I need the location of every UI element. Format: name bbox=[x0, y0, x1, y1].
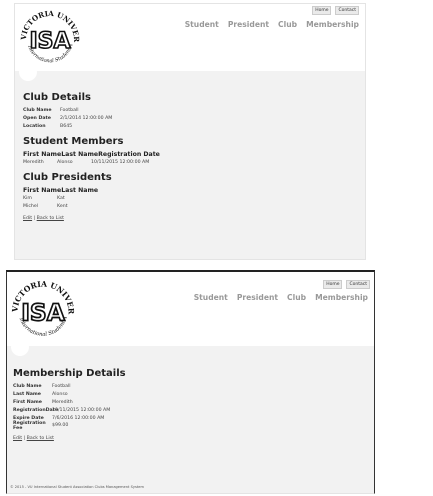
home-link[interactable]: Home bbox=[312, 6, 332, 15]
site-header: VICTORIA UNIVERSITY ISA International St… bbox=[7, 272, 374, 346]
presidents-table: First Name Last Name Kim Kat Michel Kent bbox=[23, 187, 365, 210]
section-title-members: Student Members bbox=[23, 136, 124, 148]
nav-membership[interactable]: Membership bbox=[306, 20, 359, 29]
field-row: First Name Meredith bbox=[13, 399, 374, 407]
cell: Alonso bbox=[57, 159, 73, 165]
field-row: Club Name Football bbox=[13, 383, 374, 391]
nav-membership[interactable]: Membership bbox=[315, 293, 368, 302]
field-label: RegistrationDate bbox=[13, 407, 59, 413]
field-row: RegistrationDate 10/11/2015 12:00:00 AM bbox=[13, 406, 374, 414]
logo-initials: ISA bbox=[29, 29, 70, 54]
column-header: First Name bbox=[23, 187, 62, 195]
logo-initials: ISA bbox=[21, 299, 65, 327]
membership-fields: Club Name Football Last Name Alonso Firs… bbox=[13, 383, 374, 431]
site-footer: © 2015 - VU International Student Associ… bbox=[10, 485, 144, 489]
site-header: VICTORIA UNIVERSITY ISA International St… bbox=[15, 4, 365, 71]
membership-details-window: VICTORIA UNIVERSITY ISA International St… bbox=[6, 270, 375, 494]
members-table: First Name Last Name Registration Date M… bbox=[23, 151, 365, 166]
edit-link[interactable]: Edit bbox=[23, 216, 32, 221]
cell: Kim bbox=[23, 195, 32, 201]
field-label: Last Name bbox=[13, 392, 41, 398]
field-row: Location B645 bbox=[23, 123, 365, 131]
field-label: Club Name bbox=[13, 384, 42, 390]
field-value: Meredith bbox=[52, 399, 73, 405]
field-value: $99.00 bbox=[52, 423, 69, 429]
column-header: Last Name bbox=[61, 187, 99, 195]
action-links: Edit | Back to List bbox=[23, 216, 64, 222]
nav-club[interactable]: Club bbox=[287, 293, 306, 302]
header-bump bbox=[19, 63, 37, 81]
contact-link[interactable]: Contact bbox=[346, 280, 370, 289]
column-header: Last Name bbox=[61, 151, 99, 159]
nav-student[interactable]: Student bbox=[185, 20, 219, 29]
field-label: First Name bbox=[13, 399, 42, 405]
field-value: Football bbox=[60, 108, 79, 114]
field-label: Location bbox=[23, 123, 46, 129]
table-row: Meredith Alonso 10/11/2015 12:00:00 AM bbox=[23, 158, 365, 166]
field-row: Club Name Football bbox=[23, 107, 365, 115]
field-label: Expire Date bbox=[13, 415, 44, 421]
club-fields: Club Name Football Open Date 2/1/2014 12… bbox=[23, 107, 365, 130]
nav-club[interactable]: Club bbox=[278, 20, 297, 29]
field-value: Football bbox=[52, 384, 71, 390]
field-label: Club Name bbox=[23, 108, 52, 114]
back-to-list-link[interactable]: Back to List bbox=[37, 216, 64, 221]
section-title-presidents: Club Presidents bbox=[23, 172, 112, 184]
field-value: 10/11/2015 12:00:00 AM bbox=[52, 407, 111, 413]
cell: 10/11/2015 12:00:00 AM bbox=[91, 159, 150, 165]
table-header: First Name Last Name Registration Date bbox=[23, 151, 365, 158]
table-row: Kim Kat bbox=[23, 194, 365, 202]
field-value: B645 bbox=[60, 123, 73, 129]
main-content: Membership Details Club Name Football La… bbox=[13, 368, 374, 441]
back-to-list-link[interactable]: Back to List bbox=[27, 436, 54, 441]
field-row: Open Date 2/1/2014 12:00:00 AM bbox=[23, 115, 365, 123]
field-row: Last Name Alonso bbox=[13, 391, 374, 399]
cell: Kat bbox=[57, 195, 65, 201]
club-details-window: VICTORIA UNIVERSITY ISA International St… bbox=[14, 3, 366, 260]
page-title: Club Details bbox=[23, 92, 91, 103]
column-header: First Name bbox=[23, 151, 62, 159]
field-value: 7/6/2016 12:00:00 AM bbox=[52, 415, 105, 421]
header-bump bbox=[11, 338, 29, 356]
page-title: Membership Details bbox=[13, 368, 126, 379]
table-row: Michel Kent bbox=[23, 202, 365, 210]
field-label: Registration Fee bbox=[13, 420, 46, 431]
field-row: Expire Date 7/6/2016 12:00:00 AM bbox=[13, 414, 374, 422]
edit-link[interactable]: Edit bbox=[13, 436, 22, 441]
action-links: Edit | Back to List bbox=[13, 435, 54, 441]
main-content: Club Details Club Name Football Open Dat… bbox=[23, 92, 365, 221]
cell: Kent bbox=[57, 203, 68, 209]
cell: Michel bbox=[23, 203, 39, 209]
main-nav: Student President Club Membership bbox=[185, 20, 359, 29]
nav-president[interactable]: President bbox=[228, 20, 269, 29]
main-nav: Student President Club Membership bbox=[194, 293, 368, 302]
field-row: Registration Fee $99.00 bbox=[13, 420, 374, 431]
column-header: Registration Date bbox=[98, 151, 160, 159]
home-link[interactable]: Home bbox=[323, 280, 343, 289]
utility-nav: Home Contact bbox=[312, 6, 359, 15]
contact-link[interactable]: Contact bbox=[335, 6, 359, 15]
table-header: First Name Last Name bbox=[23, 187, 365, 194]
cell: Meredith bbox=[23, 159, 44, 165]
field-label: Open Date bbox=[23, 116, 51, 122]
field-value: 2/1/2014 12:00:00 AM bbox=[60, 116, 113, 122]
nav-president[interactable]: President bbox=[237, 293, 278, 302]
utility-nav: Home Contact bbox=[323, 280, 370, 289]
nav-student[interactable]: Student bbox=[194, 293, 228, 302]
field-value: Alonso bbox=[52, 392, 68, 398]
